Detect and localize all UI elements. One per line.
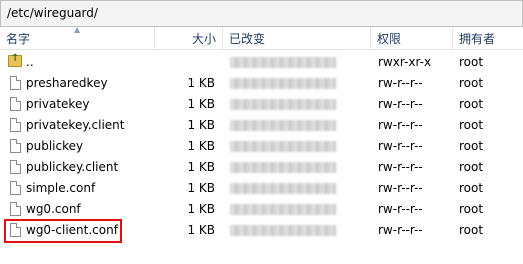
sort-ascending-icon: ▲ [74,25,81,34]
file-icon [10,223,21,237]
file-permissions: rw-r--r-- [378,223,423,237]
file-owner: root [459,139,484,153]
file-icon [10,97,21,111]
file-owner: root [459,118,484,132]
file-owner: root [459,202,484,216]
file-icon [10,202,21,216]
file-permissions: rw-r--r-- [378,76,423,90]
file-permissions: rw-r--r-- [378,160,423,174]
file-name: wg0-client.conf [26,223,118,237]
column-header-modified[interactable]: 已改变 [223,27,371,49]
file-permissions: rw-r--r-- [378,139,423,153]
file-size: 1 KB [187,181,215,195]
file-name: wg0.conf [26,202,81,216]
parent-folder-icon [8,53,22,67]
file-row[interactable]: .. rwxr-xr-x root [0,52,523,73]
file-size: 1 KB [187,139,215,153]
file-row[interactable]: publickey.client 1 KB rw-r--r-- root [0,157,523,178]
file-row[interactable]: wg0-client.conf 1 KB rw-r--r-- root [0,220,523,241]
file-permissions: rw-r--r-- [378,181,423,195]
file-size: 1 KB [187,76,215,90]
modified-date-redacted [230,162,336,173]
file-row[interactable]: privatekey 1 KB rw-r--r-- root [0,94,523,115]
file-size: 1 KB [187,223,215,237]
file-row[interactable]: presharedkey 1 KB rw-r--r-- root [0,73,523,94]
file-icon [10,160,21,174]
modified-date-redacted [230,120,336,131]
path-bar[interactable]: /etc/wireguard/ [0,0,523,27]
file-owner: root [459,223,484,237]
modified-date-redacted [230,99,336,110]
file-icon [10,139,21,153]
file-row[interactable]: privatekey.client 1 KB rw-r--r-- root [0,115,523,136]
file-name: presharedkey [26,76,108,90]
file-size: 1 KB [187,118,215,132]
file-permissions: rw-r--r-- [378,202,423,216]
modified-date-redacted [230,78,336,89]
file-name: .. [26,55,34,69]
file-owner: root [459,160,484,174]
file-icon [10,76,21,90]
file-owner: root [459,55,484,69]
file-permissions: rw-r--r-- [378,97,423,111]
file-name: publickey.client [26,160,119,174]
file-icon [10,118,21,132]
file-owner: root [459,76,484,90]
file-size: 1 KB [187,97,215,111]
file-name: simple.conf [26,181,96,195]
modified-date-redacted [230,141,336,152]
file-row[interactable]: publickey 1 KB rw-r--r-- root [0,136,523,157]
column-header-owner[interactable]: 拥有者 [453,27,523,49]
column-header-size[interactable]: 大小 [155,27,223,49]
file-owner: root [459,181,484,195]
modified-date-redacted [230,183,336,194]
file-name: privatekey [26,97,90,111]
file-icon [10,181,21,195]
file-row[interactable]: wg0.conf 1 KB rw-r--r-- root [0,199,523,220]
file-permissions: rwxr-xr-x [378,55,432,69]
file-size: 1 KB [187,160,215,174]
file-name: privatekey.client [26,118,125,132]
current-path: /etc/wireguard/ [7,6,98,20]
column-header-permissions[interactable]: 权限 [371,27,453,49]
modified-date-redacted [230,57,336,68]
modified-date-redacted [230,204,336,215]
file-size: 1 KB [187,202,215,216]
file-owner: root [459,97,484,111]
modified-date-redacted [230,225,336,236]
file-permissions: rw-r--r-- [378,118,423,132]
file-row[interactable]: simple.conf 1 KB rw-r--r-- root [0,178,523,199]
file-name: publickey [26,139,84,153]
